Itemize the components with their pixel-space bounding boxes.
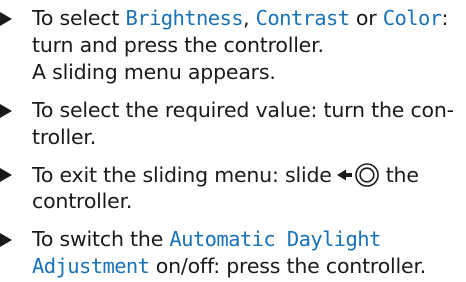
step-text: To exit the sliding menu: slide bbox=[32, 163, 332, 187]
step-text-line: To select the required value: turn the c… bbox=[32, 98, 454, 122]
bullet-arrow-icon bbox=[0, 104, 12, 118]
setting-automatic-daylight-adjustment: Automatic Daylight bbox=[169, 227, 381, 251]
bullet-arrow-icon bbox=[0, 233, 12, 247]
step-text: , bbox=[242, 6, 256, 30]
bullet-arrow-icon bbox=[0, 168, 12, 182]
slide-left-controller-icon bbox=[334, 162, 382, 188]
step-text: on/off: press the controller. bbox=[149, 254, 427, 278]
bullet-arrow-icon bbox=[0, 12, 12, 26]
step-text-line: To exit the sliding menu: slide the bbox=[32, 162, 419, 188]
step-text: the bbox=[385, 163, 419, 187]
step-text: : bbox=[441, 6, 449, 30]
step-text-line: controller. bbox=[32, 189, 133, 213]
step-text-line: troller. bbox=[32, 125, 97, 149]
option-brightness: Brightness bbox=[125, 6, 244, 30]
step-text: or bbox=[349, 6, 383, 30]
setting-automatic-daylight-adjustment: Adjustment bbox=[32, 254, 150, 278]
step-text-line: To switch the Automatic Daylight bbox=[32, 227, 381, 252]
step-result-text: A sliding menu appears. bbox=[32, 60, 276, 84]
manual-instructions: To select Brightness, Contrast or Color:… bbox=[0, 0, 466, 282]
step-text: To switch the bbox=[32, 227, 170, 251]
step-text-line: Adjustment on/off: press the controller. bbox=[32, 254, 426, 279]
step-text: To select bbox=[32, 6, 126, 30]
option-contrast: Contrast bbox=[255, 6, 351, 30]
step-text-line: To select Brightness, Contrast or Color: bbox=[32, 6, 448, 31]
option-color: Color bbox=[382, 6, 442, 30]
step-text-line: turn and press the controller. bbox=[32, 33, 324, 57]
